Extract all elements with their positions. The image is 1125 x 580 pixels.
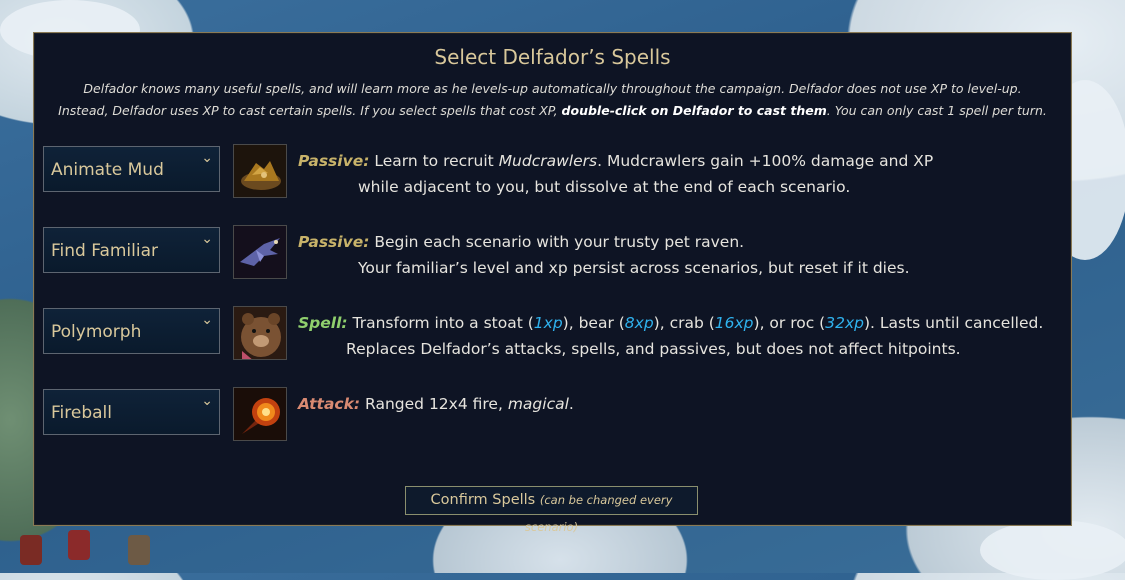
raven-icon <box>233 225 287 279</box>
spell-select-dialog: Select Delfador’s Spells Delfador knows … <box>33 32 1072 534</box>
intro-line-2c: . You can only cast 1 spell per turn. <box>826 103 1047 118</box>
spell-row-animate-mud: Animate Mud ⌄ Passive: Learn to recruit … <box>43 144 1053 200</box>
spell-select-value: Fireball <box>51 403 112 423</box>
xp-cost: 8xp <box>624 314 654 332</box>
intro-line-2a: Instead, Delfador uses XP to cast certai… <box>58 103 562 118</box>
spell-select-3[interactable]: Polymorph ⌄ <box>43 308 220 354</box>
unit-sprite[interactable] <box>68 530 90 560</box>
chevron-down-icon: ⌄ <box>201 231 213 247</box>
desc-emphasis: Mudcrawlers <box>498 152 598 170</box>
desc-line-2: Your familiar’s level and xp persist acr… <box>358 259 910 277</box>
unit-sprite[interactable] <box>128 535 150 565</box>
desc-text: Begin each scenario with your trusty pet… <box>369 233 745 251</box>
desc-text: ), crab ( <box>653 314 715 332</box>
xp-cost: 16xp <box>714 314 754 332</box>
desc-text: Learn to recruit <box>369 152 499 170</box>
dialog-intro: Delfador knows many useful spells, and w… <box>44 78 1061 122</box>
chevron-down-icon: ⌄ <box>201 393 213 409</box>
desc-text: Ranged 12x4 fire, <box>360 395 508 413</box>
spell-row-find-familiar: Find Familiar ⌄ Passive: Begin each scen… <box>43 225 1053 281</box>
passive-tag: Passive: <box>298 152 370 170</box>
spell-select-value: Find Familiar <box>51 241 159 261</box>
desc-text: ), or roc ( <box>753 314 826 332</box>
spell-description: Passive: Learn to recruit Mudcrawlers. M… <box>298 148 1058 200</box>
mud-pile-icon <box>233 144 287 198</box>
spell-description: Spell: Transform into a stoat (1xp), bea… <box>298 310 1058 362</box>
chevron-down-icon: ⌄ <box>201 150 213 166</box>
confirm-note: (can be changed every scenario) <box>524 493 673 534</box>
desc-text: Transform into a stoat ( <box>347 314 534 332</box>
spell-select-4[interactable]: Fireball ⌄ <box>43 389 220 435</box>
unit-sprite[interactable] <box>20 535 42 565</box>
spell-select-1[interactable]: Animate Mud ⌄ <box>43 146 220 192</box>
desc-line-2: Replaces Delfador’s attacks, spells, and… <box>346 340 961 358</box>
snow-patch <box>980 520 1125 580</box>
spell-select-2[interactable]: Find Familiar ⌄ <box>43 227 220 273</box>
spell-description: Attack: Ranged 12x4 fire, magical. <box>298 391 1058 417</box>
spell-row-polymorph: Polymorph ⌄ Spell: Transform into a stoa… <box>43 306 1053 362</box>
fireball-icon <box>233 387 287 441</box>
spell-select-value: Polymorph <box>51 322 142 342</box>
spell-description: Passive: Begin each scenario with your t… <box>298 229 1058 281</box>
spell-row-fireball: Fireball ⌄ Attack: Ranged 12x4 fire, mag… <box>43 387 1053 443</box>
desc-text: . <box>568 395 574 413</box>
confirm-label: Confirm Spells <box>430 492 536 508</box>
spell-select-value: Animate Mud <box>51 160 164 180</box>
desc-text: ), bear ( <box>562 314 625 332</box>
attack-tag: Attack: <box>298 395 361 413</box>
chevron-down-icon: ⌄ <box>201 312 213 328</box>
dialog-title: Select Delfador’s Spells <box>434 45 671 69</box>
desc-text: . Mudcrawlers gain +100% damage and XP <box>597 152 934 170</box>
passive-tag: Passive: <box>298 233 370 251</box>
bear-icon <box>233 306 287 360</box>
desc-text: ). Lasts until cancelled. <box>863 314 1044 332</box>
desc-line-2: while adjacent to you, but dissolve at t… <box>358 178 851 196</box>
spell-tag: Spell: <box>298 314 348 332</box>
confirm-spells-button[interactable]: Confirm Spells (can be changed every sce… <box>405 486 698 534</box>
xp-cost: 1xp <box>533 314 563 332</box>
intro-emphasis: double-click on Delfador to cast them <box>561 103 827 118</box>
intro-line-1: Delfador knows many useful spells, and w… <box>83 81 1022 96</box>
desc-emphasis: magical <box>507 395 569 413</box>
xp-cost: 32xp <box>825 314 864 332</box>
